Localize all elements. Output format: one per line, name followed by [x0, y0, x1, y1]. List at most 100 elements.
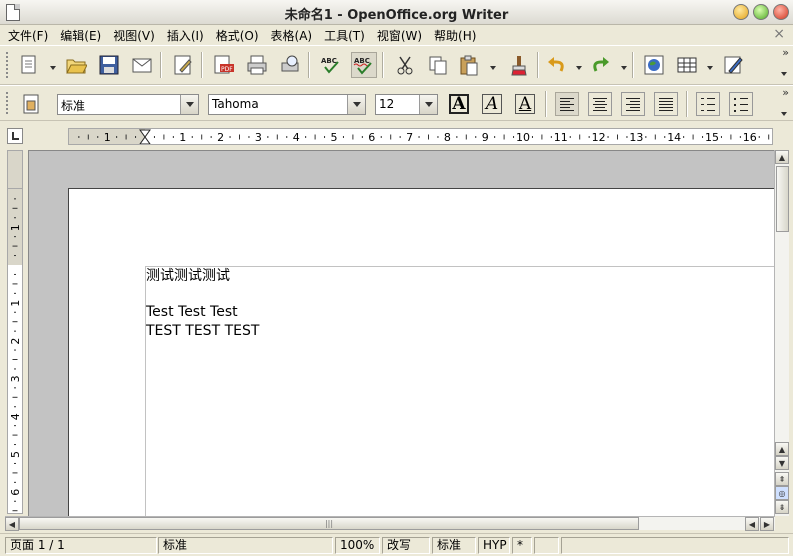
- bold-button[interactable]: A: [449, 94, 469, 114]
- align-center-button[interactable]: [588, 92, 612, 116]
- status-info: [561, 537, 789, 554]
- italic-button[interactable]: A: [482, 94, 502, 114]
- status-modified[interactable]: *: [512, 537, 532, 554]
- undo-icon[interactable]: [543, 52, 569, 78]
- spellcheck-icon[interactable]: ABC: [318, 52, 344, 78]
- toolbar-more-icon[interactable]: »: [782, 87, 789, 98]
- document-line[interactable]: Test Test Test: [146, 304, 238, 320]
- document-line[interactable]: TEST TEST TEST: [146, 323, 259, 339]
- ruler-label: 13: [629, 131, 643, 144]
- next-page-icon[interactable]: ⇟: [775, 500, 789, 514]
- scroll-up-icon[interactable]: ▲: [775, 150, 789, 164]
- format-paintbrush-icon[interactable]: [506, 52, 532, 78]
- minimize-button[interactable]: [733, 4, 749, 20]
- navigator-globe-icon[interactable]: [641, 52, 667, 78]
- ruler-label: 1: [9, 300, 22, 307]
- scroll-left-icon[interactable]: ◀: [745, 517, 759, 531]
- font-size-select[interactable]: 12: [375, 94, 438, 115]
- styles-formatting-icon[interactable]: [18, 91, 44, 117]
- status-signature[interactable]: [534, 537, 559, 554]
- status-hyphenation[interactable]: HYP: [478, 537, 510, 554]
- toolbar-options-arrow[interactable]: [781, 72, 787, 76]
- bullets-button[interactable]: [729, 92, 753, 116]
- copy-icon[interactable]: [425, 52, 451, 78]
- horizontal-scroll-thumb[interactable]: |||: [19, 517, 639, 530]
- menu-help[interactable]: 帮助(H): [434, 27, 476, 44]
- font-name-select[interactable]: Tahoma: [208, 94, 366, 115]
- print-preview-icon[interactable]: [277, 52, 303, 78]
- toolbar-options-arrow[interactable]: [781, 112, 787, 116]
- table-dropdown-arrow[interactable]: [707, 66, 713, 70]
- paste-dropdown-arrow[interactable]: [490, 66, 496, 70]
- tab-stop-selector[interactable]: [7, 128, 23, 144]
- insert-table-icon[interactable]: [674, 52, 700, 78]
- ruler-row: 1 1 2 3 4 5 6 7 8 9 10 11 12 13 14 15 16: [0, 122, 793, 148]
- redo-dropdown-arrow[interactable]: [621, 66, 627, 70]
- undo-dropdown-arrow[interactable]: [576, 66, 582, 70]
- window-title: 未命名1 - OpenOffice.org Writer: [284, 8, 509, 23]
- status-style[interactable]: 标准: [158, 537, 333, 554]
- close-window-button[interactable]: [773, 4, 789, 20]
- menu-format[interactable]: 格式(O): [216, 27, 259, 44]
- toolbar-grip[interactable]: [6, 52, 10, 78]
- auto-spellcheck-icon[interactable]: ABC: [351, 52, 377, 78]
- scroll-left-icon[interactable]: ◀: [5, 517, 19, 531]
- menu-table[interactable]: 表格(A): [271, 27, 313, 44]
- save-icon[interactable]: [96, 52, 122, 78]
- draw-functions-icon[interactable]: [720, 52, 746, 78]
- edit-file-icon[interactable]: [170, 52, 196, 78]
- vertical-ruler[interactable]: 1 1 2 3 4 5 6: [7, 188, 23, 514]
- ruler-label: 7: [406, 131, 413, 144]
- scroll-right-icon[interactable]: ▶: [760, 517, 774, 531]
- previous-page-icon[interactable]: ⇞: [775, 472, 789, 486]
- open-folder-icon[interactable]: [63, 52, 89, 78]
- new-document-icon[interactable]: [16, 52, 42, 78]
- ruler-label: 2: [217, 131, 224, 144]
- status-selection-mode[interactable]: 标准: [432, 537, 476, 554]
- vertical-scroll-thumb[interactable]: [776, 166, 789, 232]
- document-page[interactable]: 测试测试测试 Test Test Test TEST TEST TEST: [68, 188, 774, 516]
- ruler-label: 12: [592, 131, 606, 144]
- status-insert-mode[interactable]: 改写: [382, 537, 430, 554]
- new-dropdown-arrow[interactable]: [50, 66, 56, 70]
- document-line[interactable]: 测试测试测试: [146, 265, 230, 285]
- paste-icon[interactable]: [456, 52, 482, 78]
- ruler-label: 3: [9, 375, 22, 382]
- menu-window[interactable]: 视窗(W): [377, 27, 422, 44]
- font-name-dropdown-icon[interactable]: [347, 95, 365, 114]
- ruler-label: 16: [743, 131, 757, 144]
- horizontal-scrollbar[interactable]: ◀ ||| ◀ ▶: [5, 516, 775, 531]
- align-right-button[interactable]: [621, 92, 645, 116]
- justify-button[interactable]: [654, 92, 678, 116]
- toolbar-more-icon[interactable]: »: [782, 47, 789, 58]
- menu-view[interactable]: 视图(V): [113, 27, 155, 44]
- close-document-icon[interactable]: ×: [773, 26, 785, 42]
- align-left-button[interactable]: [555, 92, 579, 116]
- paragraph-style-dropdown-icon[interactable]: [180, 95, 198, 114]
- font-size-dropdown-icon[interactable]: [419, 95, 437, 114]
- menu-edit[interactable]: 编辑(E): [60, 27, 101, 44]
- document-workspace[interactable]: 测试测试测试 Test Test Test TEST TEST TEST: [28, 150, 774, 516]
- ruler-label: 6: [9, 489, 22, 496]
- cut-icon[interactable]: [392, 52, 418, 78]
- status-page[interactable]: 页面 1 / 1: [5, 537, 157, 554]
- vertical-scrollbar[interactable]: ▲ ▲ ▼ ⇞ ◎ ⇟: [774, 150, 789, 516]
- menu-file[interactable]: 文件(F): [8, 27, 48, 44]
- menu-tools[interactable]: 工具(T): [324, 27, 365, 44]
- maximize-button[interactable]: [753, 4, 769, 20]
- ruler-label: 14: [667, 131, 681, 144]
- redo-icon[interactable]: [588, 52, 614, 78]
- paragraph-style-select[interactable]: 标准: [57, 94, 199, 115]
- horizontal-ruler[interactable]: 1 1 2 3 4 5 6 7 8 9 10 11 12 13 14 15 16: [68, 128, 773, 145]
- menu-insert[interactable]: 插入(I): [167, 27, 204, 44]
- email-icon[interactable]: [129, 52, 155, 78]
- navigation-icon[interactable]: ◎: [775, 486, 789, 500]
- underline-button[interactable]: A: [515, 94, 535, 114]
- numbering-button[interactable]: [696, 92, 720, 116]
- scroll-up-icon[interactable]: ▲: [775, 442, 789, 456]
- print-icon[interactable]: [244, 52, 270, 78]
- toolbar-grip[interactable]: [6, 92, 10, 114]
- status-zoom[interactable]: 100%: [335, 537, 380, 554]
- scroll-down-icon[interactable]: ▼: [775, 456, 789, 470]
- export-pdf-icon[interactable]: PDF: [211, 52, 237, 78]
